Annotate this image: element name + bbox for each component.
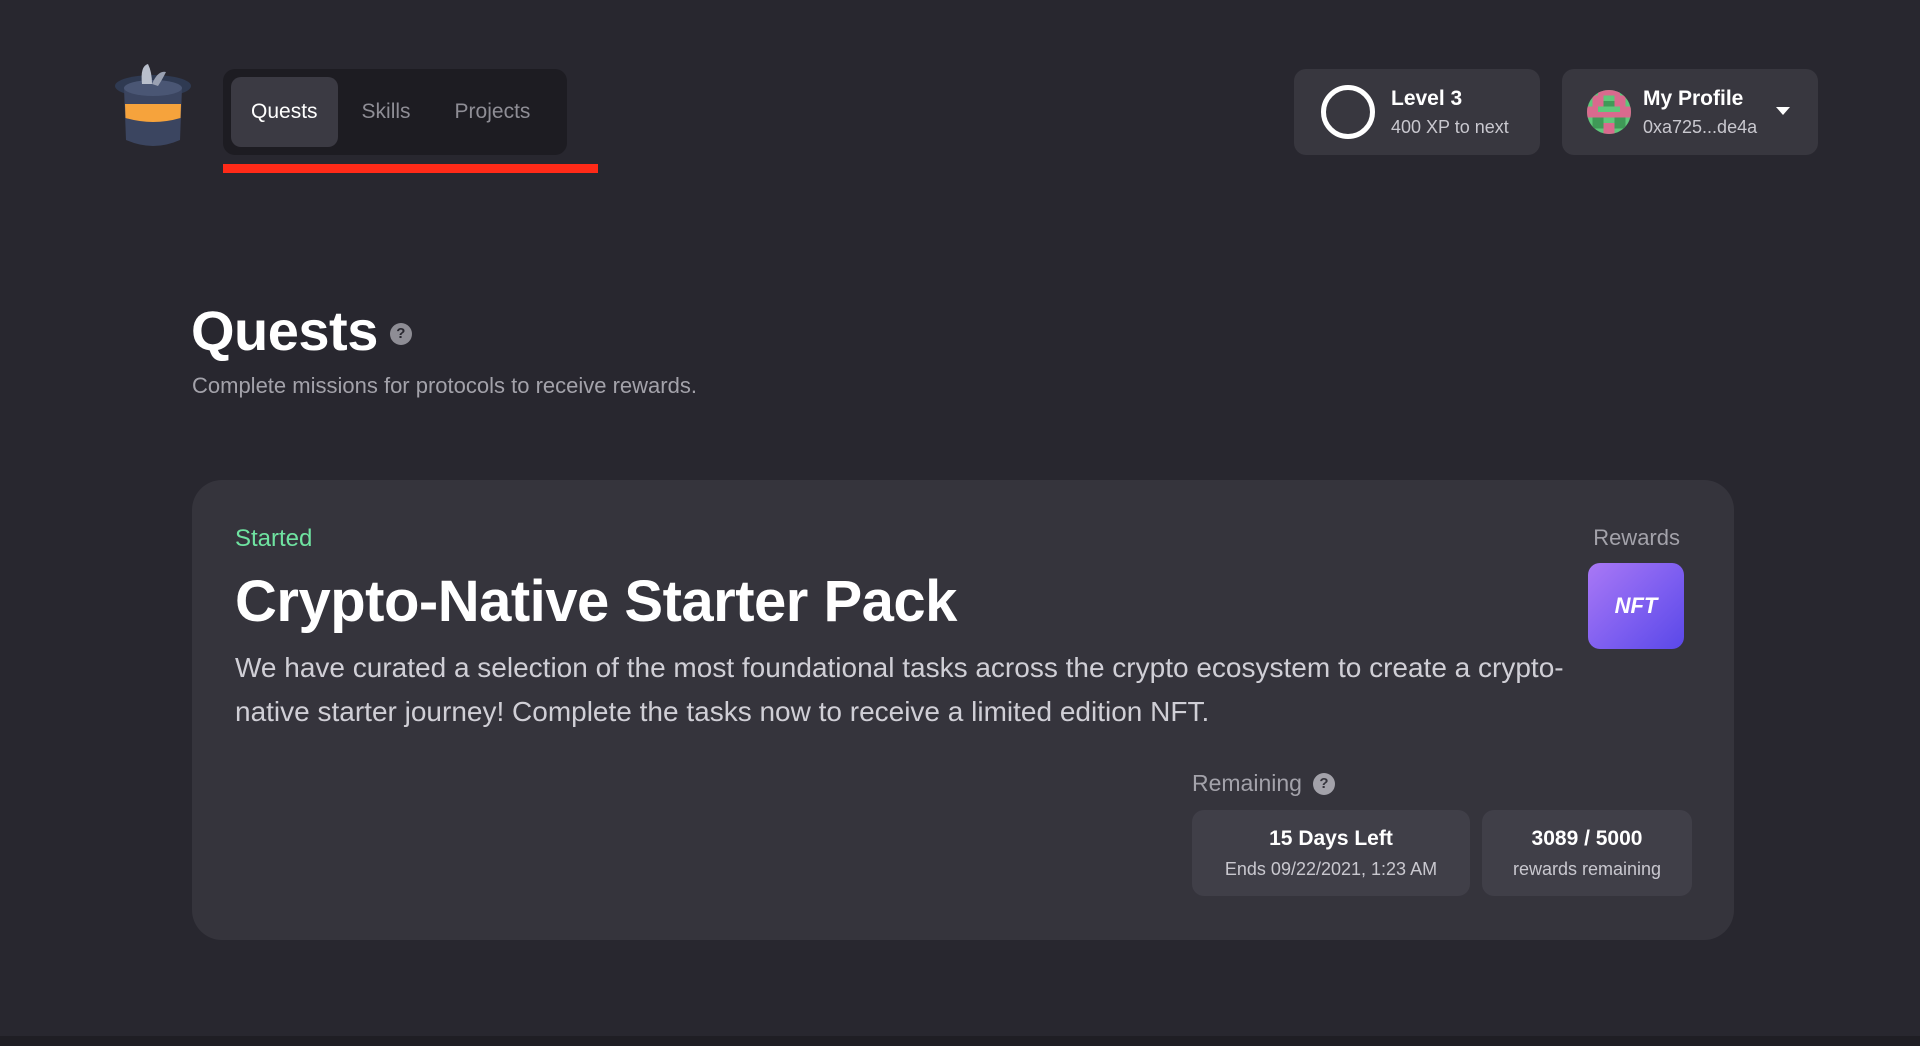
main-nav-tabs: Quests Skills Projects	[223, 69, 567, 155]
tab-projects[interactable]: Projects	[435, 77, 551, 147]
page-title: Quests	[191, 299, 378, 362]
wallet-address: 0xa725...de4a	[1643, 116, 1758, 137]
level-card[interactable]: Level 3 400 XP to next	[1294, 69, 1540, 155]
remaining-row: Remaining ?	[1192, 770, 1335, 797]
level-text: Level 3 400 XP to next	[1391, 87, 1509, 138]
active-tab-underline	[223, 164, 598, 173]
remaining-label: Remaining	[1192, 770, 1302, 796]
help-icon[interactable]: ?	[389, 322, 412, 345]
rewards-label: Rewards	[1593, 525, 1680, 550]
logo-icon[interactable]	[112, 62, 194, 152]
quest-title: Crypto-Native Starter Pack	[235, 569, 957, 634]
quest-card[interactable]: Started Crypto-Native Starter Pack We ha…	[192, 480, 1734, 940]
chevron-down-icon[interactable]	[1776, 107, 1790, 115]
avatar	[1587, 90, 1631, 134]
tab-skills[interactable]: Skills	[342, 77, 431, 147]
profile-name: My Profile	[1643, 86, 1744, 110]
time-left-stat: 15 Days Left Ends 09/22/2021, 1:23 AM	[1192, 810, 1470, 896]
page-title-row: Quests ?	[191, 298, 412, 363]
bottom-edge	[0, 1036, 1920, 1046]
page-subtitle: Complete missions for protocols to recei…	[192, 373, 697, 398]
level-title: Level 3	[1391, 86, 1463, 110]
quest-status-badge: Started	[235, 525, 313, 552]
profile-text: My Profile 0xa725...de4a	[1643, 87, 1757, 138]
rewards-count-label: rewards remaining	[1512, 858, 1662, 879]
days-left: 15 Days Left	[1269, 826, 1393, 850]
rewards-remaining-stat: 3089 / 5000 rewards remaining	[1482, 810, 1692, 896]
rewards-count: 3089 / 5000	[1531, 826, 1643, 850]
level-xp-to-next: 400 XP to next	[1391, 116, 1509, 137]
quest-description: We have curated a selection of the most …	[235, 652, 1564, 727]
profile-dropdown[interactable]: My Profile 0xa725...de4a	[1562, 69, 1818, 155]
nft-reward-badge[interactable]: NFT	[1588, 563, 1684, 649]
end-date: Ends 09/22/2021, 1:23 AM	[1224, 858, 1438, 879]
level-progress-ring-icon	[1321, 85, 1375, 139]
tab-quests[interactable]: Quests	[231, 77, 338, 147]
help-icon[interactable]: ?	[1312, 772, 1335, 795]
